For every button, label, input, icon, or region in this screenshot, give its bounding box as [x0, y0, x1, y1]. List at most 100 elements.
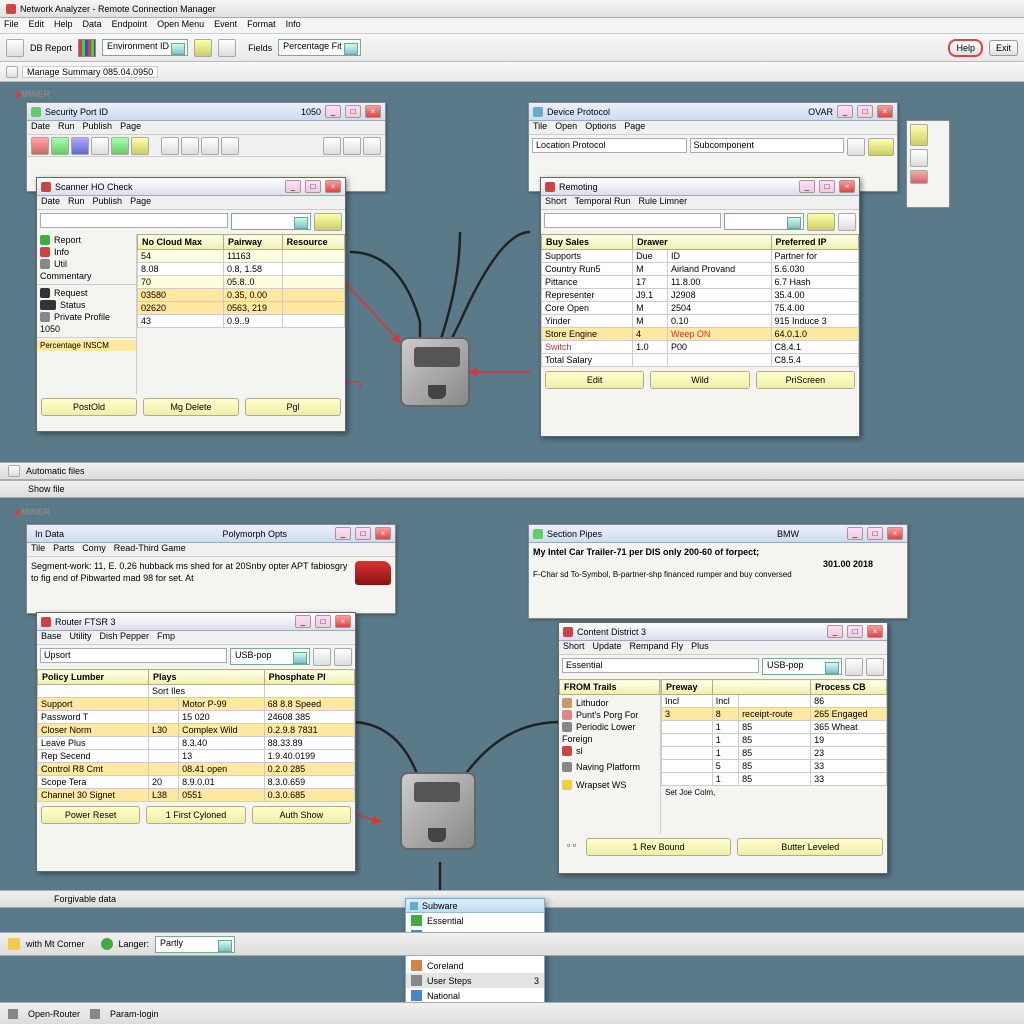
sw4-m3[interactable]: Plus	[691, 641, 709, 654]
th-1[interactable]: Pairway	[224, 235, 283, 250]
sw3-go2[interactable]	[334, 648, 352, 666]
p1-tb-6[interactable]	[131, 137, 149, 155]
sw4-field[interactable]: Essential	[562, 658, 759, 673]
row[interactable]: 8.080.8, 1.58	[138, 263, 345, 276]
btn-postold[interactable]: PostOld	[41, 398, 137, 416]
menu-data[interactable]: Data	[83, 19, 102, 32]
sw1-m3[interactable]: Page	[130, 196, 151, 209]
sw4-side-5[interactable]: Naving Platform	[559, 761, 660, 773]
sw2-th-1[interactable]: Drawer	[633, 235, 771, 250]
dropdown-fields[interactable]: Percentage Fit	[278, 39, 361, 56]
sw4-th-2[interactable]: Process CB	[811, 680, 887, 695]
sw2-max[interactable]: □	[819, 180, 835, 193]
sw4-side-1[interactable]: Punt's Porg For	[559, 709, 660, 721]
panel4-close[interactable]: ×	[887, 527, 903, 540]
btn-power-reset[interactable]: Power Reset	[41, 806, 140, 824]
sw4-close[interactable]: ×	[867, 625, 883, 638]
p1-tb-3[interactable]	[71, 137, 89, 155]
sw4-icon-btn[interactable]: ▫ ▫	[563, 838, 580, 856]
p1-tb-1[interactable]	[31, 137, 49, 155]
chart-icon[interactable]	[78, 39, 96, 57]
panel1-max[interactable]: □	[345, 105, 361, 118]
sw4-m0[interactable]: Short	[563, 641, 585, 654]
row[interactable]: Core OpenM250475.4.00	[542, 302, 859, 315]
p1-tb-12[interactable]	[343, 137, 361, 155]
p1-menu-1[interactable]: Run	[58, 121, 75, 134]
help-button[interactable]: Help	[948, 39, 983, 57]
th-0[interactable]: No Cloud Max	[138, 235, 224, 250]
sw2-dd[interactable]	[724, 213, 804, 230]
popup-item-5[interactable]: National	[406, 988, 544, 1003]
panel2-titlebar[interactable]: Device Protocol OVAR _ □ ×	[529, 103, 897, 121]
row[interactable]: Store Engine4Weep ON64.0.1.0	[542, 328, 859, 341]
p2-m3[interactable]: Page	[624, 121, 645, 134]
sw1-side-4[interactable]: Request	[37, 287, 136, 299]
row[interactable]: Country Run5MAirland Provand5.6.030	[542, 263, 859, 276]
sw1-min[interactable]: _	[285, 180, 301, 193]
sw1-m1[interactable]: Run	[68, 196, 85, 209]
palette-2[interactable]	[910, 149, 928, 167]
p1-tb-8[interactable]	[181, 137, 199, 155]
p3b-m3[interactable]: Read-Third Game	[114, 543, 186, 556]
splitter-1b[interactable]: Show file	[0, 480, 1024, 498]
toolbar-icon-2[interactable]	[194, 39, 212, 57]
row[interactable]: 38receipt-route265 Engaged	[662, 708, 887, 721]
dropdown-environment[interactable]: Environment ID	[102, 39, 188, 56]
sw4-m2[interactable]: Rempand Fly	[630, 641, 684, 654]
row[interactable]: RepresenterJ9.1J290835.4.00	[542, 289, 859, 302]
p1-tb-4[interactable]	[91, 137, 109, 155]
menu-open[interactable]: Open Menu	[157, 19, 204, 32]
p2-f2[interactable]: Subcomponent	[690, 138, 845, 153]
row[interactable]: 7005.8..0	[138, 276, 345, 289]
row[interactable]: 18533	[662, 773, 887, 786]
menu-format[interactable]: Format	[247, 19, 276, 32]
p3b-m0[interactable]: Tile	[31, 543, 45, 556]
sw1-side-1[interactable]: Info	[37, 246, 136, 258]
row[interactable]: Switch1.0P00C8.4.1	[542, 341, 859, 354]
status-dd[interactable]: Partly	[155, 936, 235, 953]
btn-first-cyloned[interactable]: 1 First Cyloned	[146, 806, 245, 824]
menu-edit[interactable]: Edit	[29, 19, 45, 32]
sw2-field[interactable]	[544, 213, 721, 228]
row[interactable]: 035800.35, 0.00	[138, 289, 345, 302]
sw4-m1[interactable]: Update	[593, 641, 622, 654]
btn-pgl[interactable]: Pgl	[245, 398, 341, 416]
palette-1[interactable]	[910, 124, 928, 146]
row[interactable]: Pittance1711.8.006.7 Hash	[542, 276, 859, 289]
p1-tb-9[interactable]	[201, 137, 219, 155]
p1-tb-11[interactable]	[323, 137, 341, 155]
row[interactable]: 58533	[662, 760, 887, 773]
panel1-titlebar[interactable]: Security Port ID 1050 _ □ ×	[27, 103, 385, 121]
row[interactable]: Password T15 02024608 385	[38, 711, 355, 724]
sw1-side-6[interactable]: Private Profile	[37, 311, 136, 323]
row[interactable]: Scope Tera208.9.0.018.3.0.659	[38, 776, 355, 789]
sw1-dd[interactable]	[231, 213, 311, 230]
menu-info[interactable]: Info	[286, 19, 301, 32]
sw3-m1[interactable]: Utility	[70, 631, 92, 644]
menu-event[interactable]: Event	[214, 19, 237, 32]
sw4-titlebar[interactable]: Content District 3 _ □ ×	[559, 623, 887, 641]
row[interactable]: Total SalaryC8.5.4	[542, 354, 859, 367]
sw2-m1[interactable]: Temporal Run	[575, 196, 631, 209]
menu-endpoint[interactable]: Endpoint	[112, 19, 148, 32]
palette-3[interactable]	[910, 170, 928, 184]
sw4-go2[interactable]	[866, 658, 884, 676]
menu-help[interactable]: Help	[54, 19, 73, 32]
p2-m2[interactable]: Options	[585, 121, 616, 134]
popup-item-3[interactable]: Coreland	[406, 958, 544, 973]
sw1-close[interactable]: ×	[325, 180, 341, 193]
th-2[interactable]: Resource	[282, 235, 344, 250]
sw1-titlebar[interactable]: Scanner HO Check _ □ ×	[37, 178, 345, 196]
sw4-go1[interactable]	[845, 658, 863, 676]
p1-tb-2[interactable]	[51, 137, 69, 155]
sw1-field[interactable]	[40, 213, 228, 228]
sw1-side-2[interactable]: Util	[37, 258, 136, 270]
row[interactable]: SupportMotor P-9968 8.8 Speed	[38, 698, 355, 711]
p3b-m2[interactable]: Comy	[82, 543, 106, 556]
row[interactable]: Control R8 Cmt08.41 open0.2.0 285	[38, 763, 355, 776]
row[interactable]: 5411163	[138, 250, 345, 263]
p2-go1[interactable]	[847, 138, 865, 156]
sw3-th-0[interactable]: Policy Lumber	[38, 670, 149, 685]
popup-item-4[interactable]: User Steps3	[406, 973, 544, 988]
row[interactable]: YinderM0.10915 Induce 3	[542, 315, 859, 328]
